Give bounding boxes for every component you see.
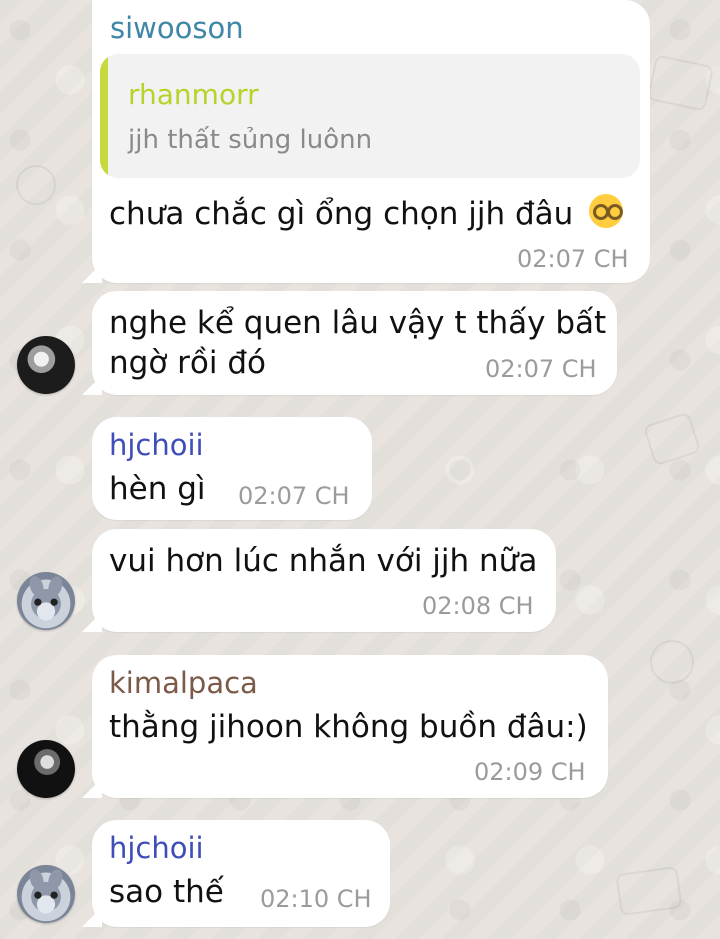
message-text: thằng jihoon không buồn đâu:) xyxy=(109,709,588,745)
message-bubble[interactable]: hjchoii sao thế 02:10 CH xyxy=(92,820,390,927)
message-line-2: ngờ rồi đó xyxy=(109,345,266,381)
message-bubble[interactable]: siwooson rhanmorr jjh thất sủng luônn ch… xyxy=(92,0,650,283)
avatar[interactable] xyxy=(17,865,75,923)
quoted-reply[interactable]: rhanmorr jjh thất sủng luônn xyxy=(100,54,640,178)
message-text: hèn gì xyxy=(109,471,206,507)
reply-accent-bar xyxy=(100,54,108,178)
message-time: 02:07 CH xyxy=(238,482,350,510)
message-text-content: chưa chắc gì ổng chọn jjh đâu xyxy=(109,196,574,232)
wallpaper-doodle xyxy=(615,865,683,917)
avatar[interactable] xyxy=(17,740,75,798)
avatar[interactable] xyxy=(17,572,75,630)
quoted-sender-name: rhanmorr xyxy=(128,78,259,111)
message-time: 02:09 CH xyxy=(474,758,586,786)
message-text: chưa chắc gì ổng chọn jjh đâu 🤓 xyxy=(109,194,624,234)
message-bubble[interactable]: nghe kể quen lâu vậy t thấy bất ngờ rồi … xyxy=(92,291,617,395)
quoted-message-text: jjh thất sủng luônn xyxy=(128,125,373,155)
message-bubble[interactable]: hjchoii hèn gì 02:07 CH xyxy=(92,417,372,520)
sender-name[interactable]: kimalpaca xyxy=(109,667,258,699)
message-text: sao thế xyxy=(109,874,224,910)
message-bubble[interactable]: kimalpaca thằng jihoon không buồn đâu:) … xyxy=(92,655,608,798)
wallpaper-doodle xyxy=(650,640,694,684)
message-time: 02:08 CH xyxy=(422,592,534,620)
avatar[interactable] xyxy=(17,336,75,394)
sender-name[interactable]: hjchoii xyxy=(109,429,204,461)
message-text: vui hơn lúc nhắn với jjh nữa xyxy=(109,543,538,579)
sender-name[interactable]: hjchoii xyxy=(109,832,204,864)
message-line-1: nghe kể quen lâu vậy t thấy bất xyxy=(109,305,607,341)
message-time: 02:07 CH xyxy=(517,245,629,273)
message-time: 02:10 CH xyxy=(260,885,372,913)
wallpaper-doodle xyxy=(16,165,56,205)
sender-name[interactable]: siwooson xyxy=(110,12,244,44)
message-bubble[interactable]: vui hơn lúc nhắn với jjh nữa 02:08 CH xyxy=(92,529,556,632)
nerd-face-emoji-icon: 🤓 xyxy=(589,194,624,228)
message-time: 02:07 CH xyxy=(485,355,597,383)
